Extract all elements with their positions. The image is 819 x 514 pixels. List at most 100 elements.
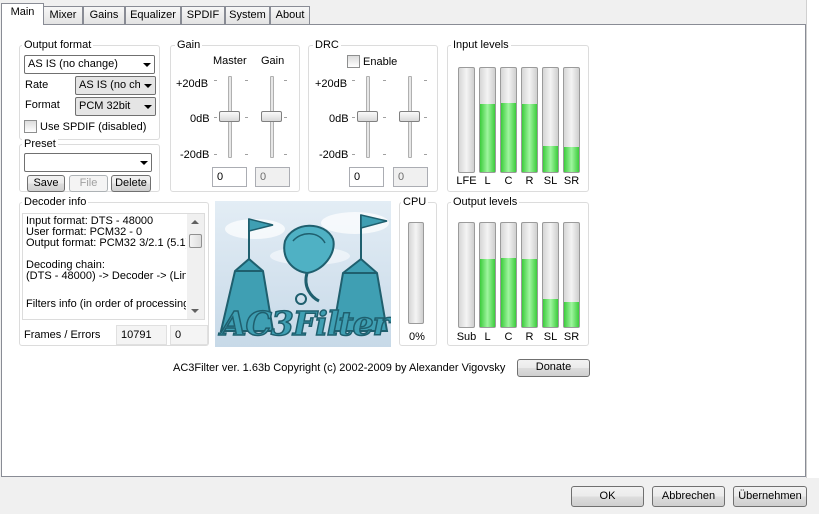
tick-mark [284, 80, 287, 81]
meter-fill [543, 146, 558, 172]
scroll-down-icon[interactable] [191, 309, 199, 313]
tab-equalizer[interactable]: Equalizer [125, 6, 181, 24]
tab-label: About [275, 9, 305, 21]
input-levels-meter [458, 67, 475, 173]
delete-preset-button[interactable]: Delete [111, 175, 151, 192]
output-levels-meter [458, 222, 475, 328]
decoder-info-line [26, 282, 186, 293]
gain-title: Gain [175, 39, 203, 52]
drc-title: DRC [313, 39, 341, 52]
decoder-info-line [26, 249, 186, 260]
input-levels-meter [500, 67, 517, 173]
decoder-info-line: User format: PCM32 - 0 [26, 227, 143, 238]
chevron-down-icon [140, 98, 155, 115]
tab-label: Equalizer [130, 9, 176, 21]
drc-scale-mid: 0dB [329, 113, 349, 125]
drc-enable-checkbox[interactable] [347, 55, 360, 68]
format-value: PCM 32bit [79, 100, 131, 112]
output-levels-meter [479, 222, 496, 328]
meter-fill [501, 258, 516, 327]
input-levels-meter [479, 67, 496, 173]
gain-slider-thumb[interactable] [261, 111, 282, 122]
preset-select[interactable] [24, 153, 152, 172]
decoder-info-lines: Input format: DTS - 48000 User format: PC… [26, 216, 186, 310]
ok-button[interactable]: OK [571, 486, 644, 507]
drc-scale-top: +20dB [315, 78, 348, 90]
copyright-text: AC3Filter ver. 1.63b Copyright (c) 2002-… [173, 362, 506, 374]
output-levels-meter [521, 222, 538, 328]
tick-mark [424, 80, 427, 81]
channel-label: SR [563, 331, 580, 343]
rate-select[interactable]: AS IS (no ch [75, 76, 156, 95]
cpu-meter [408, 222, 424, 324]
decoder-info-title: Decoder info [22, 196, 89, 209]
tick-mark [383, 154, 386, 155]
use-spdif-label: Use SPDIF (disabled) [40, 121, 147, 133]
master-gain-input[interactable]: 0 [212, 167, 247, 187]
window-edge [806, 0, 819, 478]
decoder-info-line: Input format: DTS - 48000 [26, 216, 154, 227]
chevron-down-icon [136, 154, 151, 171]
tick-mark [284, 154, 287, 155]
format-select[interactable]: PCM 32bit [75, 97, 156, 116]
ac3filter-logo: AC3Filter [215, 201, 391, 347]
tick-mark [214, 154, 217, 155]
gain-input[interactable]: 0 [255, 167, 290, 187]
meter-fill [564, 147, 579, 172]
output-levels-meter [542, 222, 559, 328]
tab-label: Mixer [49, 9, 77, 21]
tab-about[interactable]: About [270, 6, 310, 24]
tick-mark [245, 154, 248, 155]
cpu-title: CPU [401, 196, 429, 209]
errors-count: 0 [170, 325, 208, 345]
master-slider-thumb[interactable] [219, 111, 240, 122]
format-label: Format [25, 99, 60, 111]
decoder-info-line: Filters info (in order of processing): [26, 299, 186, 310]
logo-text: AC3Filter [220, 304, 390, 344]
channel-label: SR [563, 175, 580, 187]
tick-mark [383, 117, 386, 118]
tick-mark [214, 117, 217, 118]
scroll-thumb[interactable] [189, 234, 202, 248]
tab-strip: Main Mixer Gains Equalizer SPDIF System … [0, 0, 819, 25]
rate-label: Rate [25, 79, 49, 91]
donate-button[interactable]: Donate [517, 359, 590, 377]
save-preset-button[interactable]: Save [27, 175, 65, 192]
use-spdif-checkbox[interactable] [24, 120, 37, 133]
chevron-down-icon [140, 77, 155, 94]
tab-label: Gains [89, 9, 119, 21]
drc-slider2-thumb[interactable] [399, 111, 420, 122]
tab-main[interactable]: Main [1, 3, 44, 25]
gain-label: Gain [261, 55, 285, 67]
tab-gains[interactable]: Gains [83, 6, 125, 24]
input-levels-title: Input levels [451, 39, 511, 52]
meter-fill [480, 104, 495, 172]
tab-spdif[interactable]: SPDIF [181, 6, 225, 24]
tab-label: SPDIF [186, 9, 220, 21]
tab-system[interactable]: System [225, 6, 270, 24]
gain-scale-top: +20dB [176, 78, 209, 90]
drc-scale-bottom: -20dB [319, 149, 349, 161]
decoder-info-scrollbar[interactable] [187, 214, 204, 319]
tab-mixer[interactable]: Mixer [43, 6, 83, 24]
decoder-info-line: Decoding chain: [26, 260, 105, 271]
meter-fill [501, 103, 516, 172]
drc-enable-label: Enable [363, 56, 398, 68]
output-format-select[interactable]: AS IS (no change) [24, 55, 155, 74]
tick-mark [352, 154, 355, 155]
tick-mark [352, 80, 355, 81]
decoder-info-textbox[interactable]: Input format: DTS - 48000 User format: PC… [22, 213, 205, 320]
apply-button[interactable]: Übernehmen [733, 486, 807, 507]
scroll-up-icon[interactable] [191, 220, 199, 224]
file-preset-button[interactable]: File [69, 175, 108, 192]
master-label: Master [213, 55, 247, 67]
tick-mark [383, 80, 386, 81]
drc-value-input[interactable]: 0 [349, 167, 384, 187]
cancel-button[interactable]: Abbrechen [652, 486, 725, 507]
drc-value2-input[interactable]: 0 [393, 167, 428, 187]
meter-fill [522, 259, 537, 327]
output-levels-title: Output levels [451, 196, 520, 209]
input-levels-meter [563, 67, 580, 173]
meter-fill [543, 299, 558, 327]
drc-slider-thumb[interactable] [357, 111, 378, 122]
